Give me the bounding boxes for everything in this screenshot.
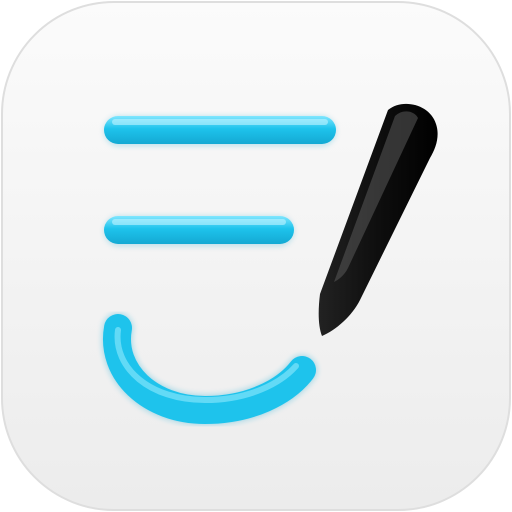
icon-canvas [0, 0, 512, 512]
notes-app-icon[interactable] [0, 0, 512, 512]
text-line-middle [104, 216, 294, 246]
text-line-top [104, 116, 336, 146]
icon-tile [1, 1, 511, 511]
icon-artwork [1, 1, 511, 511]
